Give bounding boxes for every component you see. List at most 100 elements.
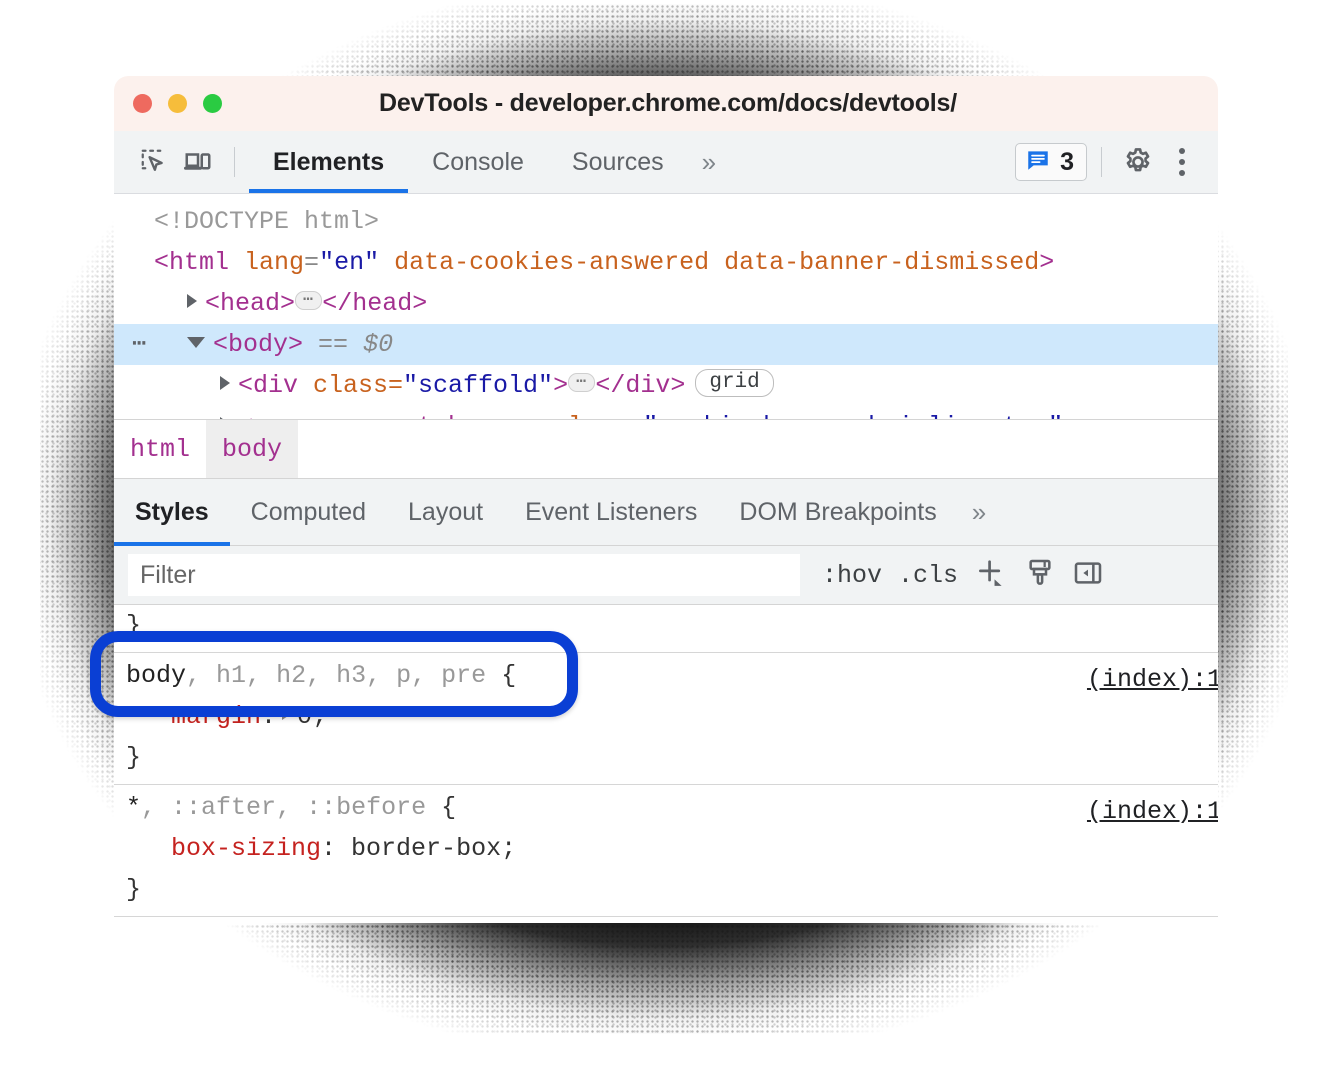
selector-sep-2: , [246,661,276,690]
selector-part-p: p [396,661,411,690]
dom-row-body[interactable]: ⋯ <body> == $0 [114,324,1218,365]
minimize-window-button[interactable] [168,94,187,113]
doctype-text: <!DOCTYPE html> [154,207,379,236]
style-rule-clipped-top[interactable]: } [114,605,1218,653]
scaffold-open-end: > [553,371,568,400]
tab-sources[interactable]: Sources [548,131,688,193]
rule-1-close-brace-line: } [114,737,1218,778]
tab-layout[interactable]: Layout [387,479,504,545]
style-rule-body-user-agent[interactable]: user agent stylesheet body { [114,917,1218,923]
head-collapsed-ellipsis[interactable]: ⋯ [295,291,322,310]
style-rule-body-h1-h2-h3-p-pre[interactable]: (index):1 body, h1, h2, h3, p, pre { mar… [114,653,1218,785]
html-tag-close-bracket: > [1039,248,1054,277]
console-messages-button[interactable]: 3 [1015,143,1087,181]
declaration-box-sizing-value[interactable]: border-box [351,834,501,863]
tab-computed-label: Computed [251,498,366,527]
inspect-element-icon[interactable] [132,142,176,182]
selector-part-h2: h2 [276,661,306,690]
grid-badge[interactable]: grid [695,369,773,397]
toolbar-right-actions: 3 [1015,142,1218,182]
expand-head-triangle-icon[interactable] [187,294,197,308]
dom-tree[interactable]: <!DOCTYPE html> <html lang="en" data-coo… [114,194,1218,419]
toggle-element-state-button[interactable]: :hov [822,561,882,590]
body-dollar-zero: $0 [363,330,393,359]
expand-announcement-banner-triangle-icon[interactable] [220,417,230,419]
toolbar-divider [234,147,235,177]
rule-1-close-brace: } [126,743,141,772]
selector-sep-4: , [366,661,396,690]
head-tag-open: <head> [205,289,295,318]
filter-input[interactable]: Filter [128,554,800,596]
declaration-box-sizing-property[interactable]: box-sizing [171,834,321,863]
style-rule-source-link-2[interactable]: (index):1 [1087,791,1218,832]
style-rule-source-link-1[interactable]: (index):1 [1087,659,1218,700]
console-message-icon [1025,147,1051,178]
devtools-window: DevTools - developer.chrome.com/docs/dev… [114,76,1218,923]
tab-styles-label: Styles [135,498,209,527]
style-declaration-box-sizing[interactable]: box-sizing: border-box; [114,828,1218,869]
tab-styles[interactable]: Styles [114,479,230,545]
clipped-brace-text: } [126,611,141,640]
selector-part-after: ::after [171,793,276,822]
body-equals: == [318,330,348,359]
dom-row-scaffold[interactable]: <div class="scaffold">⋯</div>grid [114,365,1218,406]
scaffold-attr-value: "scaffold" [403,371,553,400]
style-rule-selector-1[interactable]: body, h1, h2, h3, p, pre { [114,655,1218,696]
clipped-closing-brace: } [114,605,1218,646]
tab-dom-breakpoints[interactable]: DOM Breakpoints [718,479,957,545]
dom-row-doctype[interactable]: <!DOCTYPE html> [114,201,1218,242]
scaffold-tag-open: <div [238,371,313,400]
tab-event-listeners[interactable]: Event Listeners [504,479,718,545]
style-declaration-margin[interactable]: margin:0; [114,696,1218,737]
panel-tabs: Elements Console Sources » [249,131,730,193]
declaration-margin-value[interactable]: 0 [297,702,312,731]
selector-sep-6: , [141,793,171,822]
body-tag: <body> [213,330,303,359]
tab-event-listeners-label: Event Listeners [525,498,697,527]
head-tag-close: </head> [322,289,427,318]
tab-console-label: Console [432,148,524,177]
breadcrumb-item-body-label: body [222,435,282,464]
collapse-body-triangle-icon[interactable] [187,337,205,348]
maximize-window-button[interactable] [203,94,222,113]
selector-part-body: body [126,661,186,690]
scaffold-tag-close: </div> [595,371,685,400]
tab-elements[interactable]: Elements [249,131,408,193]
dom-row-announcement-banner[interactable]: <announcement-banner class="cookie-banne… [114,406,1218,419]
window-titlebar: DevTools - developer.chrome.com/docs/dev… [114,76,1218,131]
html-attr-cookies-answered: data-cookies-answered [394,248,709,277]
tab-console[interactable]: Console [408,131,548,193]
console-message-count: 3 [1060,148,1074,177]
expand-scaffold-triangle-icon[interactable] [220,376,230,390]
styles-sidebar-tabs: Styles Computed Layout Event Listeners D… [114,479,1218,546]
more-panels-chevron-icon[interactable]: » [688,131,730,193]
devtools-main-toolbar: Elements Console Sources » [114,131,1218,194]
dom-row-html[interactable]: <html lang="en" data-cookies-answered da… [114,242,1218,283]
more-sidebar-tabs-chevron-icon[interactable]: » [958,479,1000,545]
close-window-button[interactable] [133,94,152,113]
selector-sep-3: , [306,661,336,690]
dom-row-head[interactable]: <head>⋯</head> [114,283,1218,324]
breadcrumb-item-html-label: html [130,435,190,464]
styles-rules-list[interactable]: } (index):1 body, h1, h2, h3, p, pre { m… [114,605,1218,923]
html-attr-banner-dismissed: data-banner-dismissed [724,248,1039,277]
breadcrumb-item-html[interactable]: html [114,420,206,478]
gear-icon[interactable] [1116,142,1160,182]
breadcrumb-item-body[interactable]: body [206,420,298,478]
toggle-sidebar-icon[interactable] [1072,557,1104,594]
style-rule-universal-after-before[interactable]: (index):1 *, ::after, ::before { box-siz… [114,785,1218,917]
declaration-margin-property[interactable]: margin [171,702,261,731]
toggle-class-editor-button[interactable]: .cls [898,561,958,590]
style-rule-selector-2[interactable]: *, ::after, ::before { [114,787,1218,828]
window-title: DevTools - developer.chrome.com/docs/dev… [114,89,1218,118]
more-options-dots [1179,148,1185,176]
announcement-banner-tag-open: <announcement-banner [238,412,553,419]
paintbrush-icon[interactable] [1024,557,1056,594]
device-toolbar-icon[interactable] [176,142,220,182]
more-vertical-icon[interactable] [1160,142,1204,182]
scaffold-collapsed-ellipsis[interactable]: ⋯ [568,373,595,392]
expand-margin-shorthand-icon[interactable] [282,708,291,720]
tab-computed[interactable]: Computed [230,479,387,545]
plus-new-style-rule-icon[interactable] [974,556,1008,595]
dom-row-menu-icon[interactable]: ⋯ [132,324,147,365]
